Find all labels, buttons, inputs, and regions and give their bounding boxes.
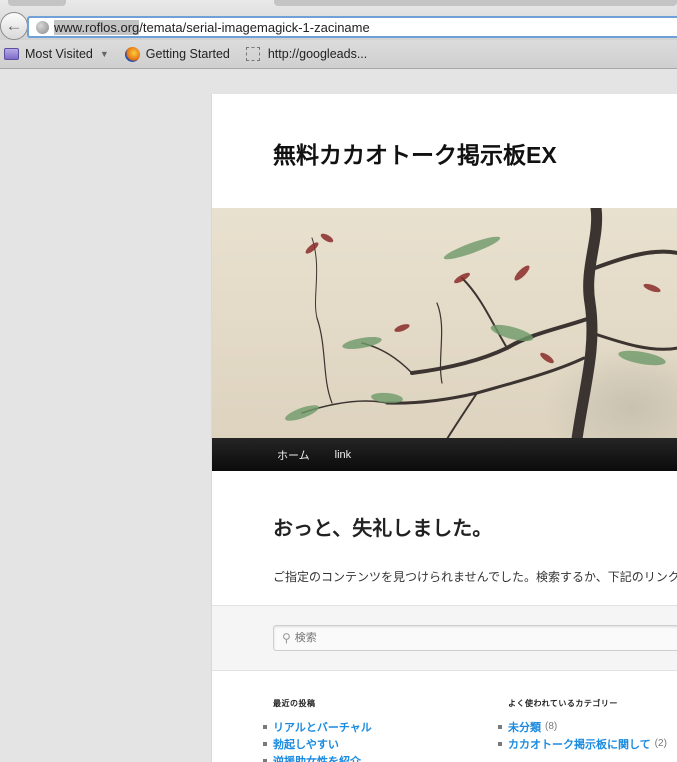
globe-icon (36, 20, 49, 34)
list-item[interactable]: リアルとバーチャル (263, 718, 372, 735)
list-item[interactable]: 未分類 (8) (498, 718, 667, 735)
bookmark-googleads[interactable]: http://googleads... (245, 47, 368, 61)
search-box[interactable]: ⚲ (273, 625, 677, 651)
bookmark-label: Getting Started (145, 47, 230, 61)
back-arrow-icon: ← (5, 16, 23, 35)
list-item[interactable]: 勃起しやすい (263, 735, 372, 752)
url-path: /temata/serial-imagemagick-1-zaciname (139, 19, 370, 35)
list-item[interactable]: カカオトーク掲示板に関して (2) (498, 735, 667, 752)
bullet-icon (263, 724, 267, 729)
search-icon: ⚲ (282, 631, 291, 645)
recent-posts-title: 最近の投稿 (273, 699, 316, 708)
bookmark-label: http://googleads... (267, 47, 368, 61)
category-count: (8) (545, 721, 558, 732)
post-link[interactable]: 勃起しやすい (273, 736, 339, 752)
site-title[interactable]: 無料カカオトーク掲示板EX (273, 136, 557, 170)
page-icon (245, 47, 260, 61)
bullet-icon (263, 741, 267, 746)
bullet-icon (498, 724, 502, 729)
bullet-icon (263, 758, 267, 762)
category-link[interactable]: 未分類 (508, 719, 541, 735)
firefox-icon (124, 46, 140, 62)
nav-home[interactable]: ホーム (277, 447, 310, 463)
search-section: ⚲ (212, 605, 677, 671)
tab-edge (274, 0, 677, 6)
url-bar[interactable]: www.roflos.org/temata/serial-imagemagick… (27, 16, 677, 38)
categories-title: よく使われているカテゴリー (508, 699, 618, 708)
tab-edge (8, 0, 66, 6)
bookmark-most-visited[interactable]: Most Visited ▼ (4, 47, 109, 61)
bookmarks-bar: Most Visited ▼ Getting Started http://go… (0, 40, 677, 69)
header-image (212, 208, 677, 439)
post-link[interactable]: 逆援助女性を紹介 (273, 753, 361, 762)
bonsai-illustration (284, 208, 677, 439)
main-nav: ホーム link (212, 438, 677, 471)
web-page: 無料カカオトーク掲示板EX ホーム link おっと、失礼しました。 ご指定のコ… (211, 94, 677, 762)
recent-posts-list: リアルとバーチャル 勃起しやすい 逆援助女性を紹介 (263, 718, 372, 762)
bookmark-label: Most Visited (25, 47, 93, 61)
browser-toolbar: ← www.roflos.org/temata/serial-imagemagi… (0, 0, 677, 40)
bullet-icon (498, 741, 502, 746)
category-link[interactable]: カカオトーク掲示板に関して (508, 736, 651, 752)
error-title: おっと、失礼しました。 (273, 518, 493, 540)
bookmark-getting-started[interactable]: Getting Started (124, 46, 230, 62)
post-link[interactable]: リアルとバーチャル (273, 719, 372, 735)
nav-link[interactable]: link (335, 449, 352, 461)
url-text[interactable]: www.roflos.org/temata/serial-imagemagick… (54, 19, 370, 35)
categories-list: 未分類 (8) カカオトーク掲示板に関して (2) (498, 718, 667, 752)
search-input[interactable] (294, 632, 655, 644)
folder-icon (4, 48, 19, 60)
back-button[interactable]: ← (0, 12, 28, 40)
chevron-down-icon: ▼ (99, 49, 109, 59)
category-count: (2) (654, 738, 667, 749)
list-item[interactable]: 逆援助女性を紹介 (263, 752, 372, 762)
error-message: ご指定のコンテンツを見つけられませんでした。検索するか、下記のリンク (273, 570, 677, 584)
url-host: www.roflos.org (54, 19, 140, 35)
